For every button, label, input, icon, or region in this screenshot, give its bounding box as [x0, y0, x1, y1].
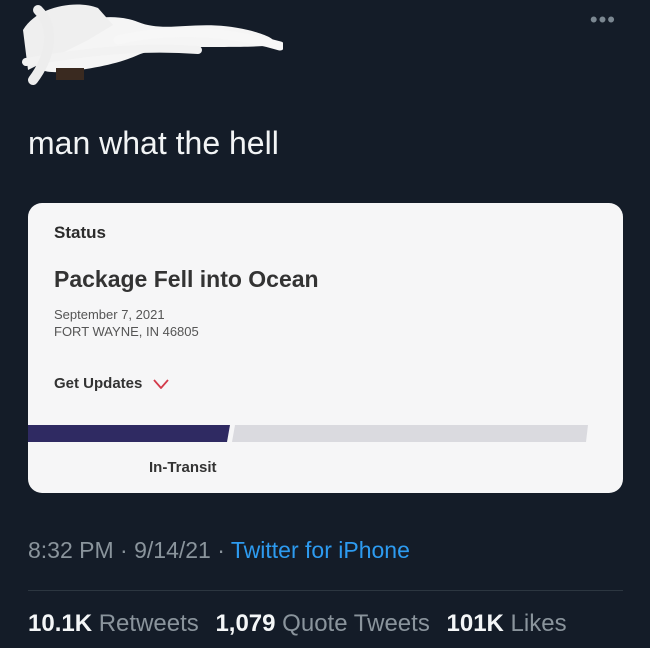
chevron-down-icon [152, 379, 169, 389]
more-options-icon[interactable]: ••• [590, 9, 616, 31]
tweet-text: man what the hell [28, 125, 279, 161]
get-updates-label: Get Updates [54, 375, 143, 392]
likes-label: Likes [510, 610, 567, 637]
divider [28, 590, 623, 591]
likes-count: 101K [446, 610, 504, 637]
tweet-metadata: 8:32 PM · 9/14/21 · Twitter for iPhone [28, 537, 410, 564]
progress-bar-fill [28, 425, 230, 442]
quote-tweets-stat[interactable]: 1,079 Quote Tweets [215, 610, 429, 637]
meta-separator: · [120, 537, 128, 563]
quote-tweets-count: 1,079 [215, 610, 276, 637]
tweet-stats: 10.1K Retweets 1,079 Quote Tweets 101K L… [28, 610, 577, 638]
status-title: Package Fell into Ocean [54, 266, 319, 292]
get-updates-button[interactable]: Get Updates [54, 375, 169, 392]
likes-stat[interactable]: 101K Likes [447, 610, 567, 637]
status-location: FORT WAYNE, IN 46805 [54, 324, 199, 339]
redacted-profile-scribble [22, 4, 283, 85]
meta-separator: · [217, 537, 225, 563]
tweet-date[interactable]: 9/14/21 [134, 537, 211, 563]
retweets-stat[interactable]: 10.1K Retweets [28, 610, 199, 637]
progress-bar-track [232, 425, 588, 442]
status-date: September 7, 2021 [54, 307, 165, 322]
progress-bar [28, 425, 588, 442]
progress-label: In-Transit [149, 459, 217, 476]
tweet-header: ••• [0, 0, 650, 100]
tracking-card-image[interactable]: Status Package Fell into Ocean September… [28, 203, 623, 493]
tweet-time: 8:32 PM [28, 537, 114, 563]
status-label: Status [54, 223, 106, 242]
retweets-count: 10.1K [28, 610, 93, 637]
retweets-label: Retweets [98, 610, 199, 637]
quote-tweets-label: Quote Tweets [282, 610, 430, 637]
tweet-source-link[interactable]: Twitter for iPhone [231, 537, 410, 563]
